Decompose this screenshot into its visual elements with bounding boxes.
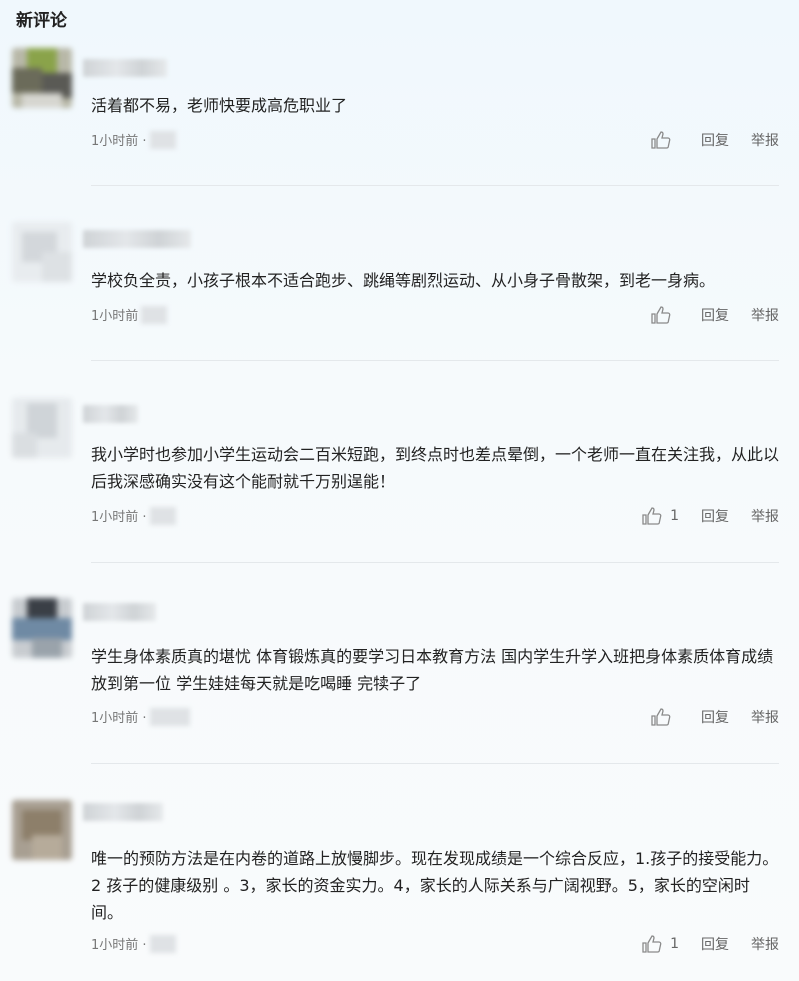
username[interactable] xyxy=(83,803,163,821)
location-label xyxy=(141,305,168,324)
comment-text: 学生身体素质真的堪忧 体育锻炼真的要学习日本教育方法 国内学生升学入班把身体素质… xyxy=(91,647,774,693)
thumbs-up-icon xyxy=(642,507,662,525)
report-button[interactable]: 举报 xyxy=(751,506,779,526)
location-label xyxy=(149,130,176,149)
comment-time: 1小时前 · xyxy=(91,510,147,525)
comment-text: 活着都不易，老师快要成高危职业了 xyxy=(91,96,348,115)
avatar[interactable] xyxy=(12,598,72,658)
comment-text: 学校负全责，小孩子根本不适合跑步、跳绳等剧烈运动、从小身子骨散架，到老一身病。 xyxy=(91,271,716,290)
username[interactable] xyxy=(83,59,167,77)
comment-meta: 1小时前 · xyxy=(91,130,176,149)
comment-actions: 回复 举报 xyxy=(651,130,779,150)
thumbs-up-icon xyxy=(651,131,671,149)
comment-actions: 1 回复 举报 xyxy=(642,934,779,954)
like-button[interactable] xyxy=(651,306,679,324)
like-button[interactable] xyxy=(651,708,679,726)
comment-meta: 1小时前 · xyxy=(91,707,190,726)
like-button[interactable]: 1 xyxy=(642,935,679,953)
thumbs-up-icon xyxy=(651,708,671,726)
comment-actions: 1 回复 举报 xyxy=(642,506,779,526)
avatar[interactable] xyxy=(12,48,72,108)
comment-meta: 1小时前 · xyxy=(91,934,176,953)
comment-meta: 1小时前 · xyxy=(91,506,176,525)
like-count: 1 xyxy=(670,936,679,952)
section-title: 新评论 xyxy=(16,11,67,31)
reply-button[interactable]: 回复 xyxy=(701,707,729,727)
comment-meta: 1小时前 xyxy=(91,305,168,324)
comment-actions: 回复 举报 xyxy=(651,305,779,325)
thumbs-up-icon xyxy=(651,306,671,324)
location-label xyxy=(149,934,176,953)
username[interactable] xyxy=(83,405,138,423)
comment-time: 1小时前 · xyxy=(91,711,147,726)
report-button[interactable]: 举报 xyxy=(751,934,779,954)
reply-button[interactable]: 回复 xyxy=(701,130,729,150)
like-button[interactable]: 1 xyxy=(642,507,679,525)
reply-button[interactable]: 回复 xyxy=(701,305,729,325)
divider xyxy=(91,360,779,361)
avatar[interactable] xyxy=(12,222,72,282)
divider xyxy=(91,562,779,563)
avatar[interactable] xyxy=(12,398,72,458)
comment-time: 1小时前 xyxy=(91,309,139,324)
divider xyxy=(91,763,779,764)
thumbs-up-icon xyxy=(642,935,662,953)
location-label xyxy=(149,506,176,525)
like-count: 1 xyxy=(670,508,679,524)
comment-text: 我小学时也参加小学生运动会二百米短跑，到终点时也差点晕倒，一个老师一直在关注我，… xyxy=(91,445,780,491)
avatar[interactable] xyxy=(12,800,72,860)
report-button[interactable]: 举报 xyxy=(751,305,779,325)
like-button[interactable] xyxy=(651,131,679,149)
comment-time: 1小时前 · xyxy=(91,938,147,953)
username[interactable] xyxy=(83,230,191,248)
comment-time: 1小时前 · xyxy=(91,134,147,149)
reply-button[interactable]: 回复 xyxy=(701,934,729,954)
report-button[interactable]: 举报 xyxy=(751,130,779,150)
report-button[interactable]: 举报 xyxy=(751,707,779,727)
username[interactable] xyxy=(83,603,156,621)
divider xyxy=(91,185,779,186)
reply-button[interactable]: 回复 xyxy=(701,506,729,526)
location-label xyxy=(149,707,190,726)
comment-actions: 回复 举报 xyxy=(651,707,779,727)
comment-text: 唯一的预防方法是在内卷的道路上放慢脚步。现在发现成绩是一个综合反应，1.孩子的接… xyxy=(91,849,779,922)
